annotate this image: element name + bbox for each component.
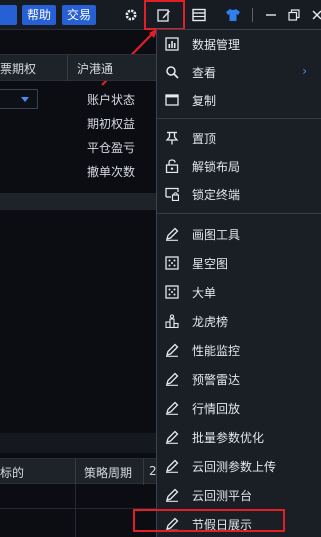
search-icon xyxy=(165,65,179,79)
holiday-item-highlight xyxy=(133,509,285,532)
pencil-icon xyxy=(165,401,179,415)
chevron-down-icon xyxy=(21,97,29,102)
panel-separator-band xyxy=(0,193,156,210)
bar-chart-icon xyxy=(165,37,179,51)
pencil-icon xyxy=(165,459,179,473)
starmap-icon xyxy=(165,256,179,270)
menu-item-label: 星空图 xyxy=(192,257,229,271)
column-divider xyxy=(67,55,68,81)
menu-item-label: 锁定终端 xyxy=(192,188,241,202)
menu-item-label: 预警雷达 xyxy=(192,373,241,387)
column-header-hk-connect[interactable]: 沪港通 xyxy=(77,60,113,77)
column-header-options[interactable]: 票期权 xyxy=(0,60,36,77)
starmap-icon xyxy=(165,285,179,299)
menu-item-label: 查看 xyxy=(192,66,217,80)
table-column-line xyxy=(75,484,76,537)
dragon-tiger-icon xyxy=(165,314,179,328)
table-header-top: 票期权 沪港通 xyxy=(0,54,156,81)
panel-separator-band xyxy=(0,433,156,453)
menu-item-cloud-backtest-upload[interactable]: 云回测参数上传 xyxy=(157,452,321,480)
table-header-bottom: 标的 策略周期 2 xyxy=(0,458,157,485)
menu-item-performance-monitor[interactable]: 性能监控 xyxy=(157,336,321,364)
menu-item-copy[interactable]: 复制 xyxy=(157,86,321,114)
menu-item-unlock-layout[interactable]: 解锁布局 xyxy=(157,152,321,180)
menu-item-label: 云回测参数上传 xyxy=(192,460,277,474)
menu-item-dragon-tiger[interactable]: 龙虎榜 xyxy=(157,307,321,335)
menu-item-pin-top[interactable]: 置顶 xyxy=(157,124,321,152)
menu-item-label: 数据管理 xyxy=(192,38,241,52)
menu-item-big-orders[interactable]: 大单 xyxy=(157,278,321,306)
menu-item-label: 行情回放 xyxy=(192,402,241,416)
menu-item-label: 解锁布局 xyxy=(192,160,241,174)
menu-item-alert-radar[interactable]: 预警雷达 xyxy=(157,365,321,393)
menu-item-label: 置顶 xyxy=(192,132,217,146)
menu-item-label: 性能监控 xyxy=(192,344,241,358)
menu-item-label: 画图工具 xyxy=(192,228,241,242)
initial-equity-label: 期初权益 xyxy=(87,117,136,131)
menu-divider xyxy=(157,118,321,119)
column-divider xyxy=(75,459,76,485)
close-pnl-label: 平仓盈亏 xyxy=(87,141,136,155)
menu-item-starmap[interactable]: 星空图 xyxy=(157,249,321,277)
column-divider xyxy=(143,459,144,485)
menu-item-lock-terminal[interactable]: 锁定终端 xyxy=(157,180,321,208)
pencil-icon xyxy=(165,227,179,241)
menu-item-data-management[interactable]: 数据管理 xyxy=(157,30,321,58)
pencil-icon xyxy=(165,430,179,444)
menu-item-label: 云回测平台 xyxy=(192,489,253,503)
pencil-icon xyxy=(165,488,179,502)
unlock-icon xyxy=(165,159,179,173)
account-select[interactable] xyxy=(0,89,38,109)
dropdown-menu: 数据管理 查看 › 复制 置顶 解锁布局 锁定终端 画图工具 星空图 大单 龙虎… xyxy=(156,29,321,537)
menu-item-label: 批量参数优化 xyxy=(192,431,265,445)
menu-item-batch-optimize[interactable]: 批量参数优化 xyxy=(157,423,321,451)
menu-item-label: 复制 xyxy=(192,94,217,108)
window-icon xyxy=(165,93,179,107)
pin-icon xyxy=(165,131,179,145)
cancel-count-label: 撤单次数 xyxy=(87,165,136,179)
column-header-strategy-period[interactable]: 策略周期 xyxy=(84,464,132,481)
chevron-right-icon: › xyxy=(302,64,307,78)
menu-item-label: 大单 xyxy=(192,286,217,300)
menu-item-label: 龙虎榜 xyxy=(192,315,229,329)
menu-item-cloud-backtest-platform[interactable]: 云回测平台 xyxy=(157,481,321,509)
column-header-underlying[interactable]: 标的 xyxy=(0,464,24,481)
menu-item-market-replay[interactable]: 行情回放 xyxy=(157,394,321,422)
pencil-icon xyxy=(165,372,179,386)
lock-screen-icon xyxy=(165,187,179,201)
menu-divider xyxy=(157,213,321,214)
menu-item-drawing-tools[interactable]: 画图工具 xyxy=(157,220,321,248)
pencil-icon xyxy=(165,343,179,357)
account-status-label: 账户状态 xyxy=(87,93,136,107)
menu-item-view[interactable]: 查看 › xyxy=(157,58,321,86)
